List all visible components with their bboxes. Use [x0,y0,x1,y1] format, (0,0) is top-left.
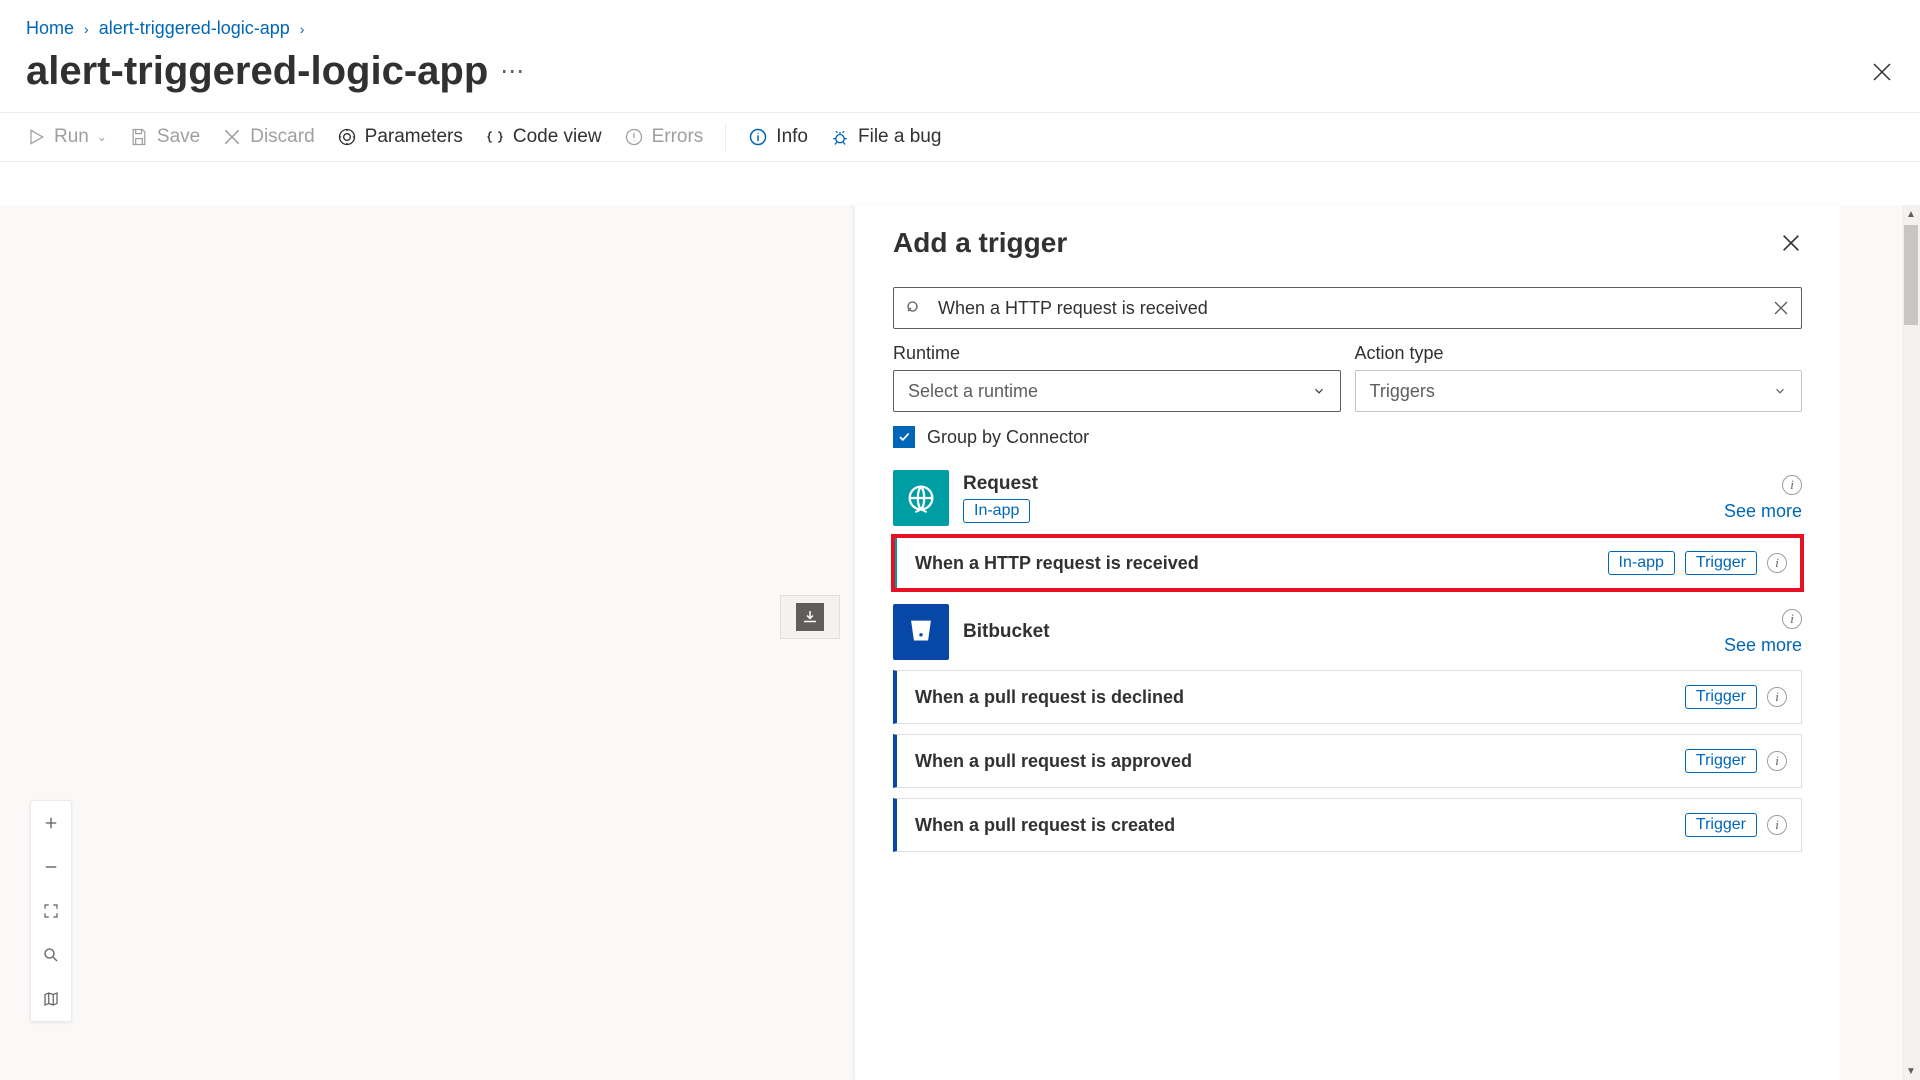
fit-button[interactable] [30,889,72,933]
breadcrumb: Home › alert-triggered-logic-app › [0,0,1920,39]
connector-name: Bitbucket [963,621,1710,643]
close-icon[interactable] [1870,60,1894,84]
chevron-down-icon: ⌄ [97,130,107,144]
info-icon[interactable]: i [1782,475,1802,495]
chevron-right-icon: › [300,21,305,37]
zoom-out-button[interactable] [30,845,72,889]
info-button[interactable]: Info [748,126,808,148]
request-icon [893,470,949,526]
scroll-up-icon[interactable]: ▲ [1902,205,1920,223]
toolbar: Run ⌄ Save Discard Parameters Code view … [0,112,1920,162]
scrollbar[interactable]: ▲ ▼ [1902,205,1920,1080]
info-icon [748,127,768,147]
codeview-button[interactable]: Code view [485,126,602,148]
trigger-badge: Trigger [1685,813,1757,837]
run-button[interactable]: Run ⌄ [26,126,107,148]
see-more-link[interactable]: See more [1724,501,1802,522]
see-more-link[interactable]: See more [1724,635,1802,656]
title-row: alert-triggered-logic-app ⋯ [0,39,1920,112]
trigger-badge: Trigger [1685,551,1757,575]
connector-bitbucket: Bitbucket i See more When a pull request… [893,604,1802,852]
actiontype-filter: Action type Triggers [1355,343,1803,412]
search-icon [905,299,923,317]
search-button[interactable] [30,933,72,977]
connector-request: Request In-app i See more When a HTTP re… [893,470,1802,590]
canvas-add-placeholder[interactable] [780,595,840,639]
actiontype-label: Action type [1355,343,1803,364]
info-icon[interactable]: i [1767,553,1787,573]
zoom-controls [30,800,72,1022]
trigger-badge: Trigger [1685,749,1757,773]
runtime-label: Runtime [893,343,1341,364]
add-trigger-panel: Add a trigger Runtime Select a runtime A… [855,205,1840,1080]
trigger-pr-created[interactable]: When a pull request is created Trigger i [893,798,1802,852]
chevron-right-icon: › [84,21,89,37]
discard-button[interactable]: Discard [222,126,314,148]
trigger-badge: Trigger [1685,685,1757,709]
chevron-down-icon [1312,384,1326,398]
close-icon[interactable] [1780,232,1802,254]
clear-icon[interactable] [1772,299,1790,317]
runtime-select[interactable]: Select a runtime [893,370,1341,412]
page-title: alert-triggered-logic-app [26,49,488,94]
close-icon [222,127,242,147]
search-input[interactable] [893,287,1802,329]
groupby-checkbox[interactable] [893,426,915,448]
trigger-pr-declined[interactable]: When a pull request is declined Trigger … [893,670,1802,724]
scroll-thumb[interactable] [1904,225,1918,325]
errors-button[interactable]: Errors [624,126,704,148]
minimap-button[interactable] [30,977,72,1021]
inapp-badge: In-app [1608,551,1675,575]
save-button[interactable]: Save [129,126,200,148]
inapp-badge: In-app [963,499,1030,523]
group-by-row: Group by Connector [893,426,1802,448]
breadcrumb-home[interactable]: Home [26,18,74,39]
chevron-down-icon [1773,384,1787,398]
error-icon [624,127,644,147]
save-icon [129,127,149,147]
info-icon[interactable]: i [1767,751,1787,771]
play-icon [26,127,46,147]
bug-icon [830,127,850,147]
trigger-pr-approved[interactable]: When a pull request is approved Trigger … [893,734,1802,788]
trigger-http-request[interactable]: When a HTTP request is received In-app T… [893,536,1802,590]
runtime-filter: Runtime Select a runtime [893,343,1341,412]
parameters-button[interactable]: Parameters [337,126,463,148]
scroll-down-icon[interactable]: ▼ [1902,1062,1920,1080]
more-button[interactable]: ⋯ [500,57,526,86]
filebug-button[interactable]: File a bug [830,126,941,148]
download-icon [796,603,824,631]
info-icon[interactable]: i [1767,687,1787,707]
connector-name: Request [963,473,1710,495]
groupby-label: Group by Connector [927,427,1089,448]
search-wrap [893,287,1802,329]
actiontype-select[interactable]: Triggers [1355,370,1803,412]
parameters-icon [337,127,357,147]
zoom-in-button[interactable] [30,801,72,845]
breadcrumb-item[interactable]: alert-triggered-logic-app [99,18,290,39]
bitbucket-icon [893,604,949,660]
separator [725,123,726,151]
info-icon[interactable]: i [1782,609,1802,629]
info-icon[interactable]: i [1767,815,1787,835]
panel-title: Add a trigger [893,227,1067,259]
code-icon [485,127,505,147]
